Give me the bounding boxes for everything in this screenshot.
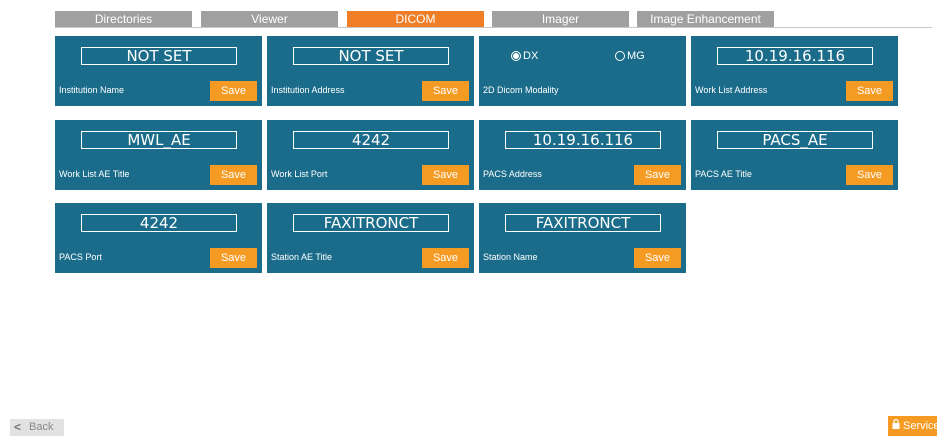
tab-imager[interactable]: Imager bbox=[492, 11, 629, 27]
tab-bar: Directories Viewer DICOM Imager Image En… bbox=[55, 11, 932, 28]
work-list-port-save-button[interactable]: Save bbox=[422, 165, 469, 185]
pacs-address-label: PACS Address bbox=[483, 169, 542, 179]
station-ae-title-field[interactable]: FAXITRONCT bbox=[293, 214, 449, 232]
card-station-name: FAXITRONCT Station Name Save bbox=[479, 203, 686, 273]
radio-dx[interactable]: DX bbox=[511, 50, 538, 62]
dicom-modality-label: 2D Dicom Modality bbox=[483, 85, 559, 95]
work-list-port-label: Work List Port bbox=[271, 169, 328, 179]
card-institution-name: NOT SET Institution Name Save bbox=[55, 36, 262, 106]
chevron-left-icon: < bbox=[14, 420, 22, 434]
tab-image-enhancement[interactable]: Image Enhancement bbox=[637, 11, 774, 27]
card-dicom-modality: DX MG 2D Dicom Modality bbox=[479, 36, 686, 106]
card-institution-address: NOT SET Institution Address Save bbox=[267, 36, 474, 106]
tab-dicom[interactable]: DICOM bbox=[347, 11, 484, 27]
work-list-address-save-button[interactable]: Save bbox=[846, 81, 893, 101]
lock-icon bbox=[892, 416, 900, 436]
radio-selected-icon bbox=[511, 51, 521, 61]
back-button[interactable]: < Back bbox=[10, 419, 64, 436]
radio-dx-label: DX bbox=[523, 50, 539, 62]
pacs-address-save-button[interactable]: Save bbox=[634, 165, 681, 185]
institution-address-label: Institution Address bbox=[271, 85, 345, 95]
tab-directories[interactable]: Directories bbox=[55, 11, 192, 27]
service-button[interactable]: Service bbox=[888, 416, 937, 436]
pacs-ae-title-label: PACS AE Title bbox=[695, 169, 752, 179]
modality-radio-group: DX MG bbox=[479, 50, 686, 64]
work-list-port-field[interactable]: 4242 bbox=[293, 131, 449, 149]
institution-name-label: Institution Name bbox=[59, 85, 125, 95]
radio-mg-label: MG bbox=[627, 50, 645, 62]
institution-name-field[interactable]: NOT SET bbox=[81, 47, 237, 65]
station-name-label: Station Name bbox=[483, 252, 538, 262]
pacs-port-label: PACS Port bbox=[59, 252, 102, 262]
pacs-ae-title-field[interactable]: PACS_AE bbox=[717, 131, 873, 149]
station-name-save-button[interactable]: Save bbox=[634, 248, 681, 268]
back-label: Back bbox=[29, 421, 54, 433]
card-work-list-ae-title: MWL_AE Work List AE Title Save bbox=[55, 120, 262, 190]
card-pacs-ae-title: PACS_AE PACS AE Title Save bbox=[691, 120, 898, 190]
tab-viewer[interactable]: Viewer bbox=[201, 11, 338, 27]
work-list-ae-title-label: Work List AE Title bbox=[59, 169, 130, 179]
radio-unselected-icon bbox=[615, 51, 625, 61]
station-name-field[interactable]: FAXITRONCT bbox=[505, 214, 661, 232]
pacs-ae-title-save-button[interactable]: Save bbox=[846, 165, 893, 185]
institution-name-save-button[interactable]: Save bbox=[210, 81, 257, 101]
radio-mg[interactable]: MG bbox=[615, 50, 645, 62]
work-list-ae-title-save-button[interactable]: Save bbox=[210, 165, 257, 185]
card-work-list-port: 4242 Work List Port Save bbox=[267, 120, 474, 190]
pacs-port-save-button[interactable]: Save bbox=[210, 248, 257, 268]
institution-address-field[interactable]: NOT SET bbox=[293, 47, 449, 65]
station-ae-title-label: Station AE Title bbox=[271, 252, 333, 262]
work-list-address-label: Work List Address bbox=[695, 85, 768, 95]
card-pacs-address: 10.19.16.116 PACS Address Save bbox=[479, 120, 686, 190]
pacs-port-field[interactable]: 4242 bbox=[81, 214, 237, 232]
tab-divider bbox=[55, 27, 932, 28]
pacs-address-field[interactable]: 10.19.16.116 bbox=[505, 131, 661, 149]
service-label: Service bbox=[903, 420, 937, 432]
station-ae-title-save-button[interactable]: Save bbox=[422, 248, 469, 268]
card-work-list-address: 10.19.16.116 Work List Address Save bbox=[691, 36, 898, 106]
card-station-ae-title: FAXITRONCT Station AE Title Save bbox=[267, 203, 474, 273]
card-pacs-port: 4242 PACS Port Save bbox=[55, 203, 262, 273]
institution-address-save-button[interactable]: Save bbox=[422, 81, 469, 101]
work-list-ae-title-field[interactable]: MWL_AE bbox=[81, 131, 237, 149]
work-list-address-field[interactable]: 10.19.16.116 bbox=[717, 47, 873, 65]
